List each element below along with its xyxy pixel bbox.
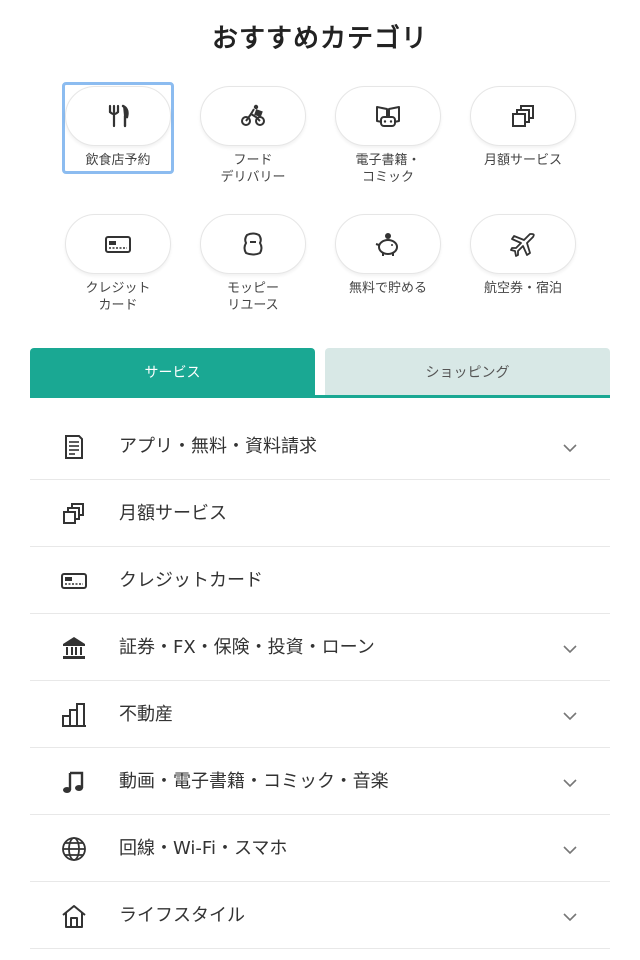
tab-underline (30, 395, 610, 398)
fork-knife-icon (108, 104, 129, 128)
category-pill[interactable] (335, 86, 441, 146)
stacked-squares-icon (63, 503, 84, 524)
category-label: 電子書籍・ コミック (355, 153, 421, 185)
category-pill[interactable] (65, 214, 171, 274)
menu-item-lifestyle[interactable]: ライフスタイル (30, 882, 610, 949)
category-moppy-reuse[interactable]: モッピー リユース (185, 212, 321, 328)
category-pill[interactable] (470, 214, 576, 274)
menu-item-video-music[interactable]: 動画・電子書籍・コミック・音楽 (30, 748, 610, 815)
category-label: 月額サービス (483, 153, 562, 168)
piggy-bank-icon (375, 233, 398, 256)
category-pill[interactable] (65, 86, 171, 146)
chevron-down-icon (563, 846, 577, 855)
reuse-bag-icon (243, 232, 263, 256)
category-pill[interactable] (200, 86, 306, 146)
category-credit-card[interactable]: クレジット カード (50, 212, 186, 328)
category-label: 飲食店予約 (85, 153, 151, 168)
stacked-squares-icon (512, 105, 534, 127)
menu-item-finance[interactable]: 証券・FX・保険・投資・ローン (30, 614, 610, 681)
service-menu: アプリ・無料・資料請求 月額サービス クレジットカード 証券・FX・保険・投資・… (30, 413, 610, 949)
category-ebooks-comics[interactable]: 電子書籍・ コミック (320, 84, 456, 200)
document-icon (65, 435, 83, 459)
chevron-down-icon (563, 712, 577, 721)
page-title: おすすめカテゴリ (211, 24, 428, 54)
category-label: 航空券・宿泊 (483, 281, 562, 296)
menu-item-credit-card[interactable]: クレジットカード (30, 547, 610, 614)
credit-card-icon (105, 236, 131, 253)
tab-bar: サービス ショッピング (30, 348, 610, 398)
category-flights-hotels[interactable]: 航空券・宿泊 (455, 212, 591, 328)
category-label: フード デリバリー (220, 153, 286, 185)
credit-card-icon (61, 573, 87, 589)
menu-item-label: 証券・FX・保険・投資・ローン (119, 637, 375, 658)
book-gamepad-icon (376, 106, 400, 127)
menu-item-label: アプリ・無料・資料請求 (119, 436, 317, 457)
category-food-delivery[interactable]: フード デリバリー (185, 84, 321, 200)
category-restaurant-reservation[interactable]: 飲食店予約 (50, 82, 186, 200)
category-label: 無料で貯める (348, 281, 427, 296)
menu-item-apps-free[interactable]: アプリ・無料・資料請求 (30, 413, 610, 480)
category-monthly-services[interactable]: 月額サービス (455, 84, 591, 200)
globe-icon (62, 837, 86, 861)
house-icon (62, 905, 86, 928)
menu-item-network-wifi[interactable]: 回線・Wi-Fi・スマホ (30, 815, 610, 882)
menu-item-label: クレジットカード (119, 570, 263, 591)
category-pill[interactable] (470, 86, 576, 146)
category-earn-free[interactable]: 無料で貯める (320, 212, 456, 328)
chevron-down-icon (563, 444, 577, 453)
category-label: クレジット カード (85, 281, 151, 313)
menu-item-label: 回線・Wi-Fi・スマホ (119, 838, 288, 859)
chevron-down-icon (563, 779, 577, 788)
chevron-down-icon (563, 645, 577, 654)
tab-services[interactable]: サービス (30, 348, 315, 396)
category-pill[interactable] (335, 214, 441, 274)
bank-icon (63, 637, 85, 659)
buildings-icon (62, 703, 86, 727)
menu-item-monthly-services[interactable]: 月額サービス (30, 480, 610, 547)
category-label: モッピー リユース (226, 281, 279, 313)
music-note-icon (63, 771, 84, 793)
tab-shopping[interactable]: ショッピング (325, 348, 610, 396)
menu-item-label: 不動産 (119, 704, 173, 725)
chevron-down-icon (563, 913, 577, 922)
menu-item-label: ライフスタイル (119, 905, 245, 926)
menu-item-label: 動画・電子書籍・コミック・音楽 (119, 771, 389, 792)
airplane-icon (510, 233, 535, 257)
category-pill[interactable] (200, 214, 306, 274)
delivery-bike-icon (241, 104, 265, 126)
menu-item-real-estate[interactable]: 不動産 (30, 681, 610, 748)
menu-item-label: 月額サービス (119, 503, 227, 524)
